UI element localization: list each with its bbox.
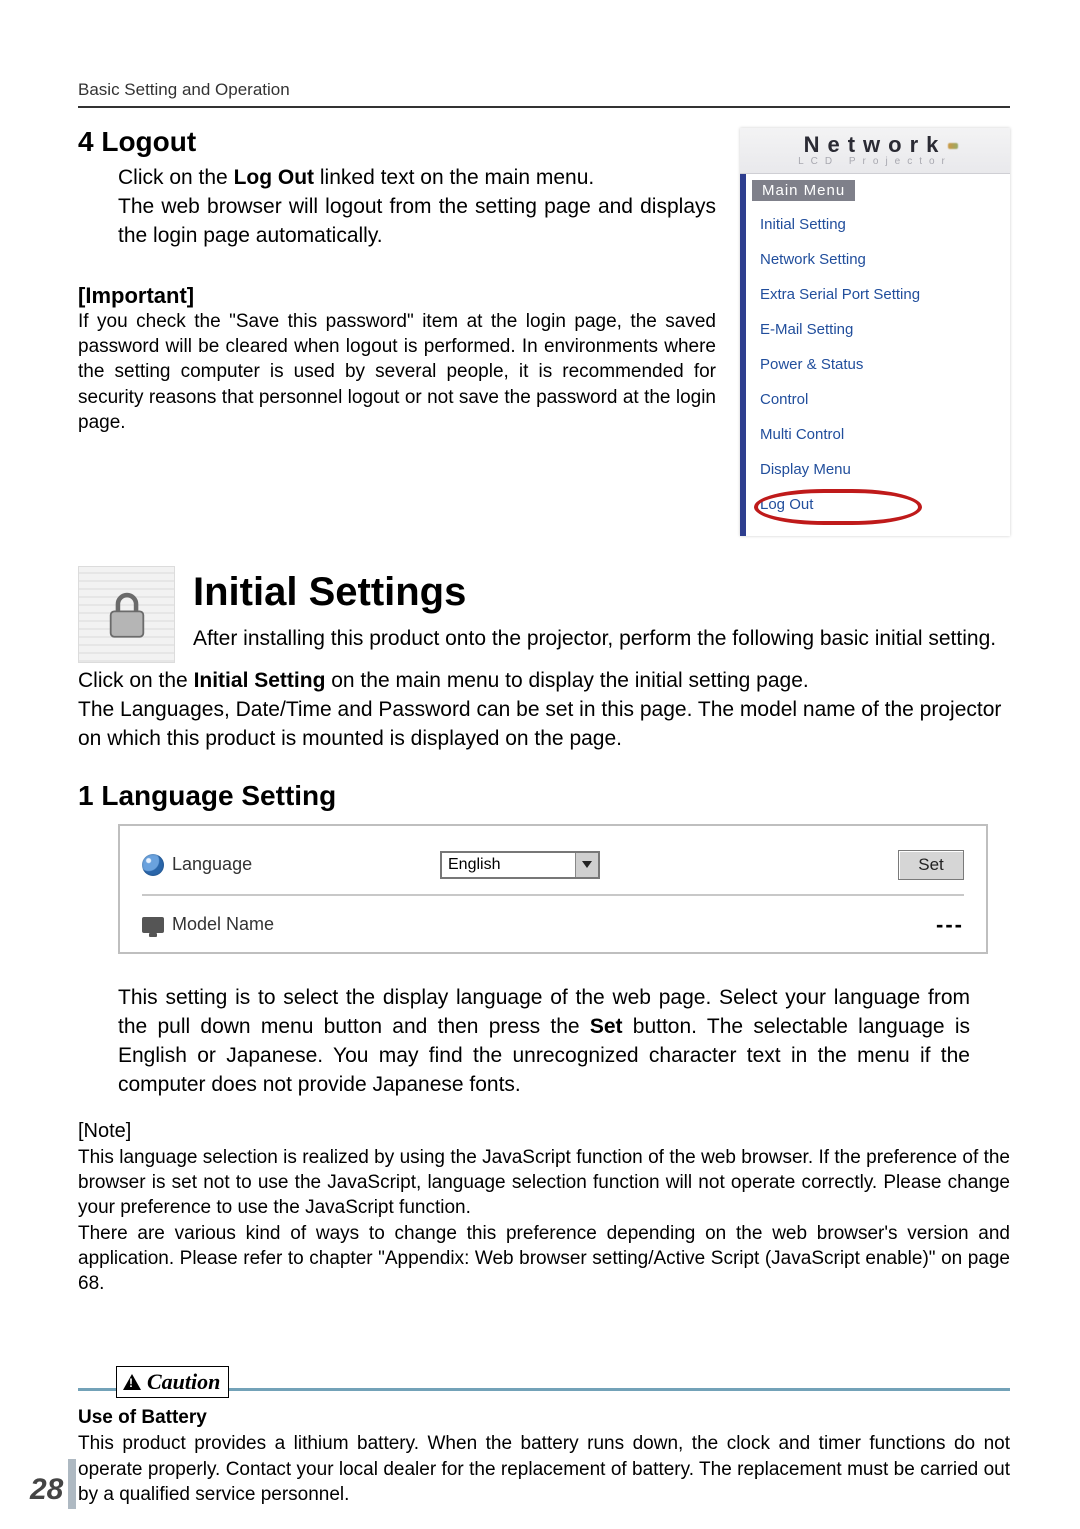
menu-item-control[interactable]: Control	[756, 382, 1000, 417]
language-selected-value: English	[448, 856, 500, 874]
globe-icon	[142, 854, 164, 876]
caution-chip: Caution	[116, 1366, 229, 1398]
text: on the main menu to display the initial …	[325, 669, 808, 692]
network-header: Network LCD Projector	[740, 128, 1010, 174]
page-number: 28	[30, 1473, 63, 1507]
logout-heading: 4 Logout	[78, 126, 716, 158]
menu-item-logout[interactable]: Log Out	[756, 487, 1000, 522]
battery-heading: Use of Battery	[78, 1407, 1010, 1429]
menu-item-initial-setting[interactable]: Initial Setting	[756, 207, 1000, 242]
important-heading: [Important]	[78, 283, 716, 309]
note-2: There are various kind of ways to change…	[78, 1221, 1010, 1297]
note-1: This language selection is realized by u…	[78, 1145, 1010, 1221]
chevron-down-icon	[575, 853, 598, 877]
computer-icon	[142, 917, 164, 933]
initial-line3: The Languages, Date/Time and Password ca…	[78, 696, 1010, 754]
text: Click on the	[118, 166, 234, 189]
lock-icon	[78, 566, 175, 663]
logout-p2: The web browser will logout from the set…	[118, 193, 716, 251]
logout-link-text: Log Out	[234, 166, 314, 189]
product-title: Network	[804, 132, 947, 158]
set-bold: Set	[590, 1015, 623, 1038]
menu-item-network-setting[interactable]: Network Setting	[756, 242, 1000, 277]
battery-body: This product provides a lithium battery.…	[78, 1431, 1010, 1507]
set-button[interactable]: Set	[898, 850, 964, 880]
menu-item-display-menu[interactable]: Display Menu	[756, 452, 1000, 487]
page-accent	[68, 1459, 76, 1509]
text: Click on the	[78, 669, 194, 692]
model-name-label: Model Name	[172, 914, 274, 935]
text: linked text on the main menu.	[314, 166, 594, 189]
network-menu-figure: Network LCD Projector Main Menu Initial …	[740, 128, 1010, 536]
language-label: Language	[172, 854, 252, 875]
main-menu-label: Main Menu	[752, 180, 855, 201]
highlight-circle	[754, 489, 922, 525]
language-description: This setting is to select the display la…	[118, 984, 970, 1100]
menu-item-multi-control[interactable]: Multi Control	[756, 417, 1000, 452]
initial-setting-bold: Initial Setting	[194, 669, 326, 692]
language-setting-heading: 1 Language Setting	[78, 780, 1010, 812]
menu-item-extra-serial-port[interactable]: Extra Serial Port Setting	[756, 277, 1000, 312]
initial-settings-title: Initial Settings	[193, 570, 1010, 615]
menu-item-power-status[interactable]: Power & Status	[756, 347, 1000, 382]
warning-icon	[123, 1374, 141, 1390]
caution-label: Caution	[147, 1369, 220, 1395]
note-heading: [Note]	[78, 1120, 1010, 1143]
initial-intro: After installing this product onto the p…	[193, 625, 1010, 654]
menu-list: Initial Setting Network Setting Extra Se…	[746, 207, 1010, 536]
logout-p1: Click on the Log Out linked text on the …	[118, 164, 716, 193]
language-panel: Language English Set Model Name ---	[118, 824, 988, 954]
important-body: If you check the "Save this password" it…	[78, 309, 716, 435]
language-select[interactable]: English	[440, 851, 600, 879]
initial-line2: Click on the Initial Setting on the main…	[78, 667, 1010, 696]
menu-item-email-setting[interactable]: E-Mail Setting	[756, 312, 1000, 347]
running-header: Basic Setting and Operation	[78, 80, 1010, 108]
model-name-value: ---	[936, 912, 964, 938]
